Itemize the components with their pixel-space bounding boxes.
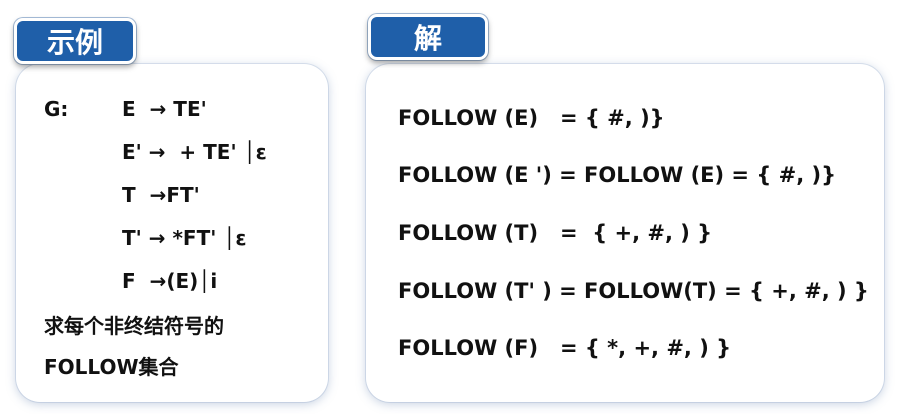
production-5: F →(E)│i	[122, 269, 218, 293]
example-title-tag: 示例	[14, 18, 136, 64]
follow-f: FOLLOW (F) = { *, +, #, ) }	[398, 336, 732, 360]
solution-title: 解	[413, 22, 442, 55]
follow-t-prime: FOLLOW (T' ) = FOLLOW(T) = { +, #, ) }	[398, 279, 869, 303]
production-4: T' → *FT' │ε	[122, 226, 247, 250]
follow-e: FOLLOW (E) = { #, )}	[398, 106, 665, 130]
grammar-label: G:	[44, 97, 69, 121]
solution-title-tag: 解	[368, 14, 488, 60]
follow-e-prime: FOLLOW (E ') = FOLLOW (E) = { #, )}	[398, 163, 837, 187]
question-line-2: FOLLOW集合	[44, 355, 179, 379]
production-2: E' → + TE' │ε	[122, 140, 267, 164]
question-line-1: 求每个非终结符号的	[44, 314, 224, 338]
production-1: E → TE'	[122, 97, 207, 121]
production-3: T →FT'	[122, 183, 200, 207]
example-title: 示例	[46, 26, 103, 59]
follow-t: FOLLOW (T) = { +, #, ) }	[398, 221, 713, 245]
